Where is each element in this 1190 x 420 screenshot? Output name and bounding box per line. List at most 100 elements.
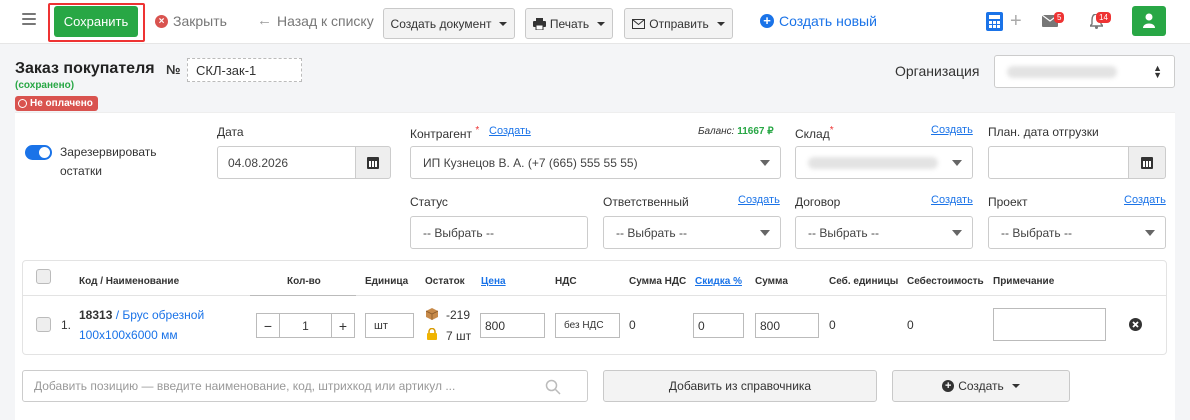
counterparty-select[interactable]: ИП Кузнецов В. А. (+7 (665) 555 55 55) bbox=[410, 146, 781, 179]
warehouse-create-link[interactable]: Создать bbox=[931, 124, 973, 136]
project-label: Проект bbox=[988, 195, 1028, 209]
contract-label: Договор bbox=[795, 195, 841, 209]
col-price-sort[interactable]: Цена bbox=[481, 276, 506, 287]
create-new-button[interactable]: + Создать новый bbox=[760, 13, 877, 29]
saved-status: (сохранено) bbox=[15, 80, 75, 91]
create-item-label: Создать bbox=[958, 379, 1004, 393]
project-value: -- Выбрать -- bbox=[1001, 225, 1072, 240]
send-label: Отправить bbox=[649, 16, 709, 31]
document-number-field[interactable]: СКЛ-зак-1 bbox=[187, 58, 302, 82]
calendar-icon bbox=[367, 156, 379, 169]
caret-down-icon bbox=[1011, 384, 1020, 388]
create-document-dropdown[interactable]: Создать документ bbox=[383, 8, 515, 39]
project-select[interactable]: -- Выбрать -- bbox=[988, 216, 1166, 249]
add-from-catalog-button[interactable]: Добавить из справочника bbox=[603, 370, 877, 402]
reserve-toggle[interactable] bbox=[25, 145, 52, 160]
user-icon bbox=[1143, 13, 1155, 28]
ship-date-input[interactable] bbox=[988, 146, 1129, 179]
status-select[interactable]: -- Выбрать -- bbox=[410, 216, 588, 249]
arrow-left-icon: ← bbox=[257, 12, 272, 29]
row-vat-sum: 0 bbox=[629, 318, 636, 332]
project-create-link[interactable]: Создать bbox=[1124, 194, 1166, 206]
envelope-icon bbox=[632, 18, 646, 29]
payment-status-badge: Не оплачено bbox=[15, 96, 98, 111]
lock-icon bbox=[427, 328, 437, 340]
col-unit: Единица bbox=[365, 276, 409, 287]
add-icon[interactable]: + bbox=[1010, 11, 1022, 31]
send-dropdown[interactable]: Отправить bbox=[624, 8, 733, 39]
print-dropdown[interactable]: Печать bbox=[525, 8, 613, 39]
table-header-divider bbox=[22, 295, 1167, 296]
add-item-placeholder: Добавить позицию — введите наименование,… bbox=[34, 379, 456, 393]
balance-value: 11667 ₽ bbox=[737, 126, 774, 137]
qty-minus-button[interactable]: − bbox=[256, 313, 280, 338]
user-menu-button[interactable] bbox=[1132, 6, 1166, 36]
search-icon bbox=[545, 379, 561, 395]
hamburger-menu-icon[interactable] bbox=[22, 13, 36, 25]
notification-count-badge: 14 bbox=[1096, 12, 1111, 23]
row-index: 1. bbox=[61, 318, 72, 332]
back-to-list-button[interactable]: ← Назад к списку bbox=[257, 13, 374, 29]
qty-input[interactable]: 1 bbox=[279, 313, 332, 338]
date-input[interactable]: 04.08.2026 bbox=[217, 146, 356, 179]
sort-updown-icon: ▲ ▼ bbox=[1153, 63, 1162, 80]
calculator-icon[interactable] bbox=[986, 12, 1003, 31]
caret-down-icon bbox=[1145, 229, 1155, 236]
col-code-name: Код / Наименование bbox=[79, 276, 180, 287]
date-picker-button[interactable] bbox=[355, 146, 391, 179]
col-cost: Себестоимость bbox=[907, 276, 984, 287]
row-reserved: 7 шт bbox=[446, 329, 472, 343]
col-stock: Остаток bbox=[425, 276, 465, 287]
col-note: Примечание bbox=[993, 276, 1055, 287]
warehouse-value-redacted bbox=[808, 156, 938, 169]
caret-down-icon bbox=[716, 21, 725, 26]
caret-down-icon bbox=[952, 159, 962, 166]
row-checkbox[interactable] bbox=[36, 317, 51, 332]
unit-input[interactable]: шт bbox=[365, 313, 414, 338]
note-input[interactable] bbox=[993, 308, 1106, 341]
counterparty-create-link[interactable]: Создать bbox=[489, 125, 531, 137]
close-button[interactable]: × Закрыть bbox=[155, 13, 227, 29]
remove-row-icon[interactable] bbox=[1129, 318, 1142, 331]
counterparty-value: ИП Кузнецов В. А. (+7 (665) 555 55 55) bbox=[423, 155, 638, 170]
responsible-value: -- Выбрать -- bbox=[616, 225, 687, 240]
plus-circle-icon: + bbox=[760, 14, 774, 28]
responsible-select[interactable]: -- Выбрать -- bbox=[603, 216, 781, 249]
sum-input[interactable]: 800 bbox=[755, 313, 819, 338]
col-vat: НДС bbox=[555, 276, 577, 287]
date-label: Дата bbox=[217, 125, 244, 139]
responsible-label: Ответственный bbox=[603, 195, 689, 209]
close-label: Закрыть bbox=[173, 13, 227, 29]
caret-down-icon bbox=[597, 21, 606, 26]
print-label: Печать bbox=[549, 16, 590, 31]
save-button[interactable]: Сохранить bbox=[54, 6, 138, 37]
discount-input[interactable]: 0 bbox=[693, 313, 744, 338]
row-cost: 0 bbox=[907, 318, 914, 332]
vat-select[interactable]: без НДС bbox=[555, 313, 620, 338]
create-item-dropdown[interactable]: + Создать bbox=[892, 370, 1070, 402]
organization-select[interactable]: ▲ ▼ bbox=[994, 55, 1175, 88]
organization-label: Организация bbox=[895, 63, 980, 79]
select-all-checkbox[interactable] bbox=[36, 269, 51, 284]
caret-down-icon bbox=[760, 229, 770, 236]
mail-count-badge: 5 bbox=[1054, 12, 1065, 23]
contract-create-link[interactable]: Создать bbox=[931, 194, 973, 206]
col-discount-sort[interactable]: Скидка % bbox=[695, 276, 742, 287]
number-sign: № bbox=[166, 62, 181, 77]
row-stock: -219 bbox=[446, 308, 471, 322]
ship-date-picker-button[interactable] bbox=[1128, 146, 1166, 179]
price-input[interactable]: 800 bbox=[480, 313, 545, 338]
status-value: -- Выбрать -- bbox=[423, 225, 494, 240]
contract-select[interactable]: -- Выбрать -- bbox=[795, 216, 973, 249]
add-item-search-input[interactable]: Добавить позицию — введите наименование,… bbox=[22, 370, 588, 402]
ship-date-label: План. дата отгрузки bbox=[988, 125, 1099, 139]
plus-circle-icon: + bbox=[942, 380, 955, 392]
responsible-create-link[interactable]: Создать bbox=[738, 194, 780, 206]
caret-down-icon bbox=[760, 159, 770, 166]
row-unit-cost: 0 bbox=[829, 318, 836, 332]
page-title: Заказ покупателя bbox=[15, 60, 155, 77]
row-separator: / bbox=[112, 308, 123, 322]
qty-plus-button[interactable]: + bbox=[331, 313, 355, 338]
col-sum: Сумма bbox=[755, 276, 788, 287]
warehouse-select[interactable] bbox=[795, 146, 973, 179]
